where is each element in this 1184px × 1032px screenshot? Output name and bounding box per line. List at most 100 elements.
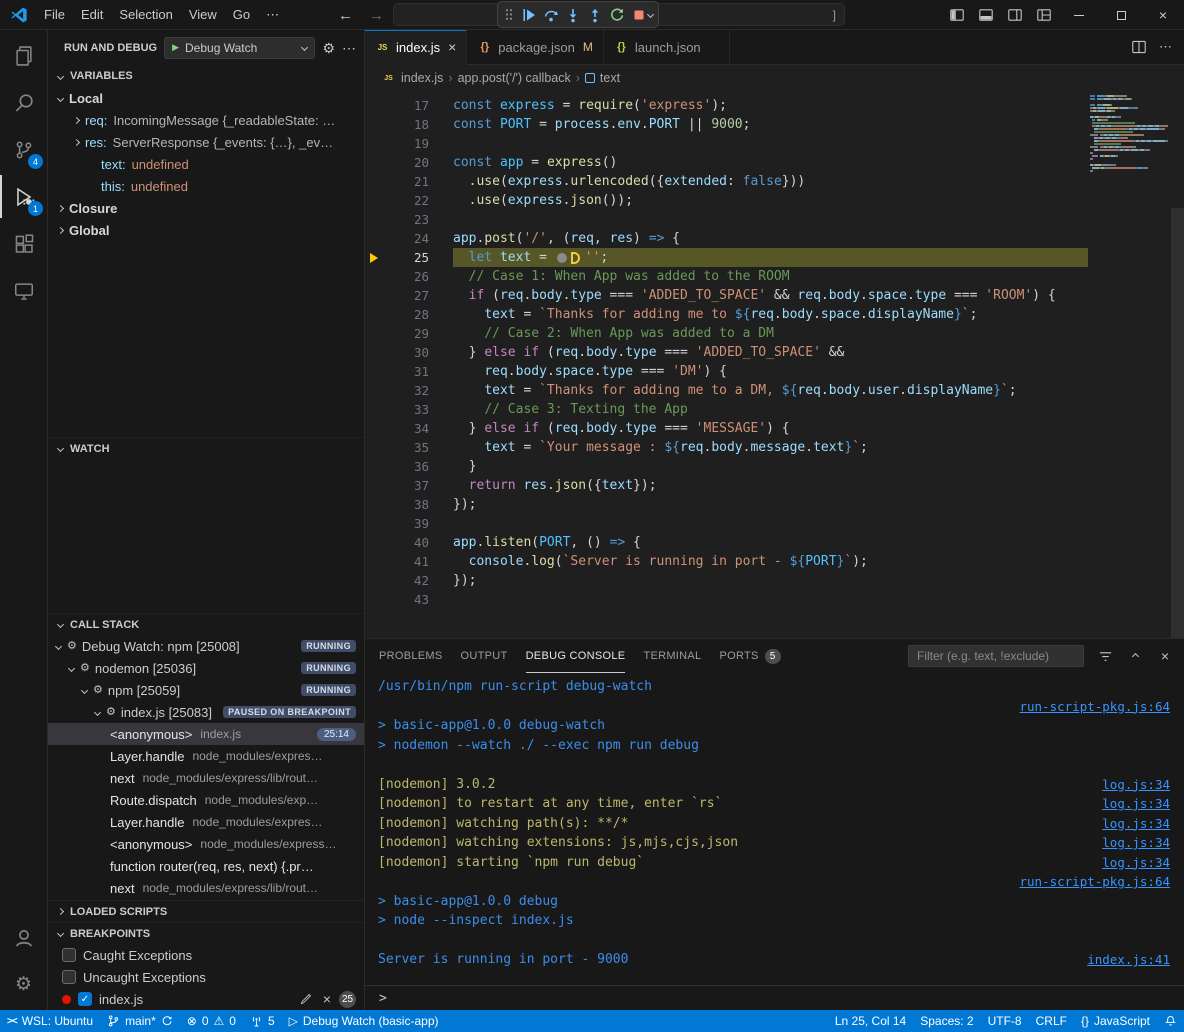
gutter[interactable]: 25 [365,248,429,267]
panel-close-icon[interactable]: × [1156,647,1174,665]
gutter[interactable]: 40 [365,533,429,552]
stop-button[interactable] [628,4,649,26]
gutter[interactable]: 43 [365,590,429,609]
run-and-debug-icon[interactable]: 1 [0,173,47,220]
variable-row[interactable]: text:undefined [48,153,364,175]
console-source-link[interactable]: log.js:34 [1102,814,1170,834]
problems-indicator[interactable]: ⊗ 0 ⚠ 0 [180,1010,243,1032]
remote-indicator[interactable]: >< WSL: Ubuntu [0,1010,100,1032]
gutter[interactable]: 38 [365,495,429,514]
console-source-link[interactable]: index.js:41 [1087,950,1170,970]
variable-row[interactable]: res:ServerResponse {_events: {…}, _ev… [48,131,364,153]
gutter[interactable]: 42 [365,571,429,590]
menu-file[interactable]: File [36,5,73,24]
console-source-link[interactable]: log.js:34 [1102,833,1170,853]
git-branch[interactable]: main* [100,1010,180,1032]
stack-frame[interactable]: <anonymous>node_modules/express… [48,833,364,855]
debug-views-more-icon[interactable]: ⋯ [342,41,356,55]
start-debugging-icon[interactable]: ▶ [172,42,179,53]
variable-row[interactable]: Closure [48,197,364,219]
gutter[interactable]: 37 [365,476,429,495]
gutter[interactable]: 28 [365,305,429,324]
stack-frame[interactable]: Route.dispatchnode_modules/exp… [48,789,364,811]
call-stack-session[interactable]: ⚙npm [25059]RUNNING [48,679,364,701]
code-area[interactable]: 17const express = require('express');18c… [365,91,1088,638]
gutter[interactable]: 27 [365,286,429,305]
gutter[interactable]: 35 [365,438,429,457]
breadcrumb-item[interactable]: text [585,71,620,85]
stack-frame[interactable]: Layer.handlenode_modules/expres… [48,811,364,833]
variable-row[interactable]: this:undefined [48,175,364,197]
gutter[interactable]: 34 [365,419,429,438]
editor[interactable]: 17const express = require('express');18c… [365,91,1184,638]
minimap[interactable] [1090,95,1168,176]
gutter[interactable]: 20 [365,153,429,172]
menu-edit[interactable]: Edit [73,5,111,24]
console-input[interactable]: > [365,985,1184,1010]
toggle-primary-sidebar-icon[interactable] [942,0,971,30]
toggle-panel-icon[interactable] [971,0,1000,30]
menu-view[interactable]: View [181,5,225,24]
panel-tab-ports[interactable]: PORTS5 [719,639,780,673]
stack-frame[interactable]: Layer.handlenode_modules/expres… [48,745,364,767]
console-source-link[interactable]: log.js:34 [1102,794,1170,814]
call-stack-session[interactable]: ⚙index.js [25083]PAUSED ON BREAKPOINT [48,701,364,723]
call-stack-session[interactable]: ⚙Debug Watch: npm [25008]RUNNING [48,635,364,657]
gutter[interactable]: 41 [365,552,429,571]
breakpoint-checkbox[interactable]: ✓ [78,992,92,1006]
gutter[interactable]: 18 [365,115,429,134]
drag-handle-icon[interactable] [505,8,513,21]
explorer-icon[interactable] [0,32,47,79]
breakpoints-section-header[interactable]: BREAKPOINTS [48,922,364,944]
breakpoint-checkbox[interactable] [62,948,76,962]
menu-more[interactable]: ⋯ [258,5,287,25]
eol-indicator[interactable]: CRLF [1029,1010,1074,1032]
toggle-secondary-sidebar-icon[interactable] [1000,0,1029,30]
panel-tab-problems[interactable]: PROBLEMS [379,639,443,673]
gutter[interactable]: 26 [365,267,429,286]
inline-step-target-icon[interactable] [571,252,580,264]
breakpoint-row[interactable]: Caught Exceptions [48,944,364,966]
search-icon[interactable] [0,79,47,126]
launch-config-dropdown[interactable]: ▶ Debug Watch [164,37,315,59]
console-source-link[interactable]: run-script-pkg.js:64 [1019,697,1170,717]
minimize-button[interactable] [1058,0,1100,30]
stack-frame[interactable]: function router(req, res, next) {.pr… [48,855,364,877]
panel-maximize-chevron-icon[interactable] [1126,647,1144,665]
maximize-button[interactable] [1100,0,1142,30]
watch-section-header[interactable]: WATCH [48,437,364,459]
stack-frame[interactable]: nextnode_modules/express/lib/rout… [48,767,364,789]
step-into-button[interactable] [562,4,583,26]
breakpoint-column[interactable] [365,253,383,263]
panel-tab-debug-console[interactable]: DEBUG CONSOLE [526,639,626,673]
gutter[interactable]: 23 [365,210,429,229]
language-indicator[interactable]: {} JavaScript [1074,1010,1157,1032]
indentation-indicator[interactable]: Spaces: 2 [913,1010,980,1032]
menu-selection[interactable]: Selection [111,5,180,24]
encoding-indicator[interactable]: UTF-8 [981,1010,1029,1032]
source-control-icon[interactable]: 4 [0,126,47,173]
continue-button[interactable] [518,4,539,26]
breadcrumb-item[interactable]: app.post('/') callback [458,71,571,85]
nav-back-icon[interactable]: ← [338,7,353,24]
nav-forward-icon[interactable]: → [369,7,384,24]
stack-frame[interactable]: <anonymous>index.js25:14 [48,723,364,745]
settings-gear-icon[interactable]: ⚙ [0,961,47,1008]
console-source-link[interactable]: log.js:34 [1102,853,1170,873]
close-window-button[interactable]: × [1142,0,1184,30]
debug-status[interactable]: ▷ Debug Watch (basic-app) [282,1010,446,1032]
breadcrumb-item[interactable]: JSindex.js [381,71,443,86]
gutter[interactable]: 33 [365,400,429,419]
menu-go[interactable]: Go [225,5,258,24]
breakpoint-row[interactable]: ✓index.js×25 [48,988,364,1010]
gutter[interactable]: 24 [365,229,429,248]
split-editor-icon[interactable] [1131,39,1147,55]
ports-indicator[interactable]: 5 [243,1010,282,1032]
gutter[interactable]: 22 [365,191,429,210]
tab-index.js[interactable]: JSindex.js× [365,30,467,65]
restart-button[interactable] [606,4,627,26]
accounts-icon[interactable] [0,914,47,961]
debug-gear-icon[interactable]: ⚙ [322,41,335,55]
remove-breakpoint-icon[interactable]: × [323,992,331,1006]
breakpoint-row[interactable]: Uncaught Exceptions [48,966,364,988]
